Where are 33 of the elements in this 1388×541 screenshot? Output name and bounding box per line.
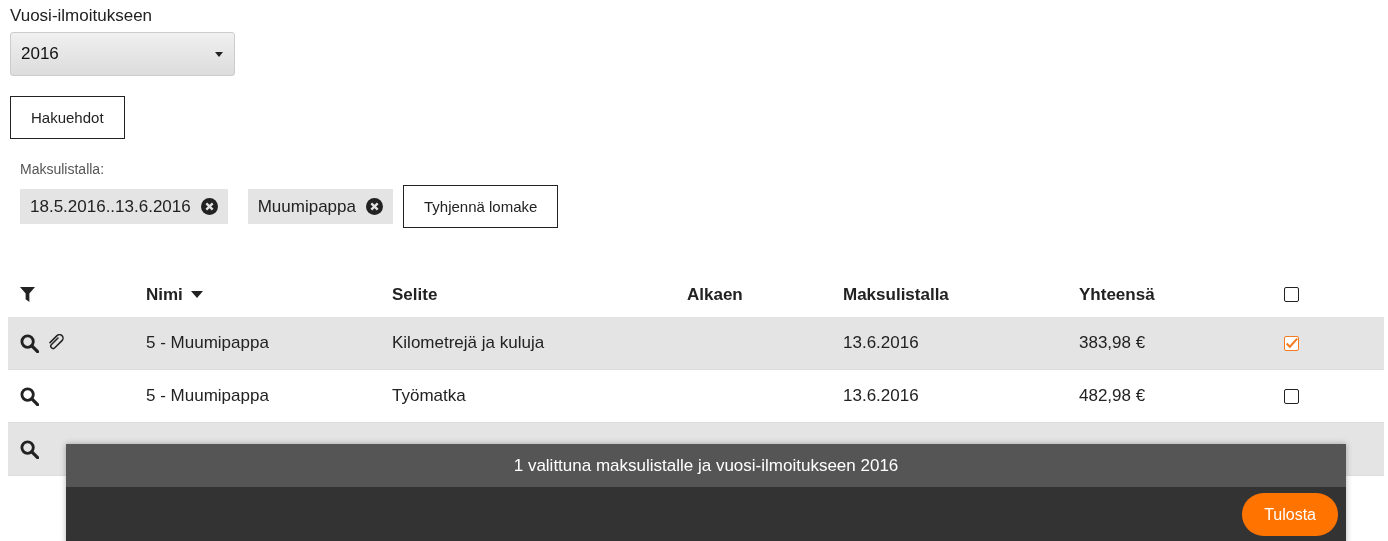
- table-cell: 482,98 €: [1079, 386, 1146, 406]
- select-all-checkbox[interactable]: [1284, 287, 1299, 302]
- filter-label: Maksulistalla:: [20, 161, 106, 177]
- search-criteria-button[interactable]: Hakuehdot: [10, 96, 125, 139]
- year-label: Vuosi-ilmoitukseen: [10, 6, 154, 26]
- search-icon[interactable]: [20, 333, 39, 353]
- row-checkbox[interactable]: [1284, 388, 1299, 404]
- filter-icon[interactable]: [20, 287, 35, 302]
- table-cell: 383,98 €: [1079, 333, 1146, 353]
- column-header[interactable]: Selite: [392, 284, 438, 305]
- caret-icon: [215, 51, 223, 57]
- column-header[interactable]: Alkaen: [687, 284, 743, 305]
- column-header[interactable]: Yhteensä: [1079, 284, 1155, 305]
- column-header[interactable]: Maksulistalla: [843, 284, 949, 305]
- paperclip-icon[interactable]: [47, 334, 65, 352]
- table-cell: 5 - Muumipappa: [146, 386, 269, 406]
- remove-icon[interactable]: [366, 198, 383, 215]
- chip-text: Muumipappa: [257, 196, 356, 217]
- chip-text: 18.5.2016..13.6.2016: [30, 196, 191, 217]
- sort-caret-icon: [190, 291, 203, 298]
- year-select[interactable]: 2016: [10, 32, 235, 76]
- table-cell: Työmatka: [392, 386, 466, 406]
- table-cell: 13.6.2016: [843, 333, 919, 353]
- table-cell: 13.6.2016: [843, 386, 919, 406]
- clear-form-button[interactable]: Tyhjennä lomake: [403, 185, 559, 228]
- table-cell: Kilometrejä ja kuluja: [392, 333, 545, 353]
- table-cell: 5 - Muumipappa: [146, 333, 269, 353]
- search-icon[interactable]: [20, 439, 39, 459]
- search-icon[interactable]: [20, 386, 39, 406]
- row-checkbox[interactable]: [1284, 335, 1299, 351]
- remove-icon[interactable]: [200, 198, 218, 215]
- column-header[interactable]: Nimi: [146, 284, 183, 305]
- selection-message: 1 valittuna maksulistalle ja vuosi-ilmoitukseen 2016: [66, 444, 1346, 487]
